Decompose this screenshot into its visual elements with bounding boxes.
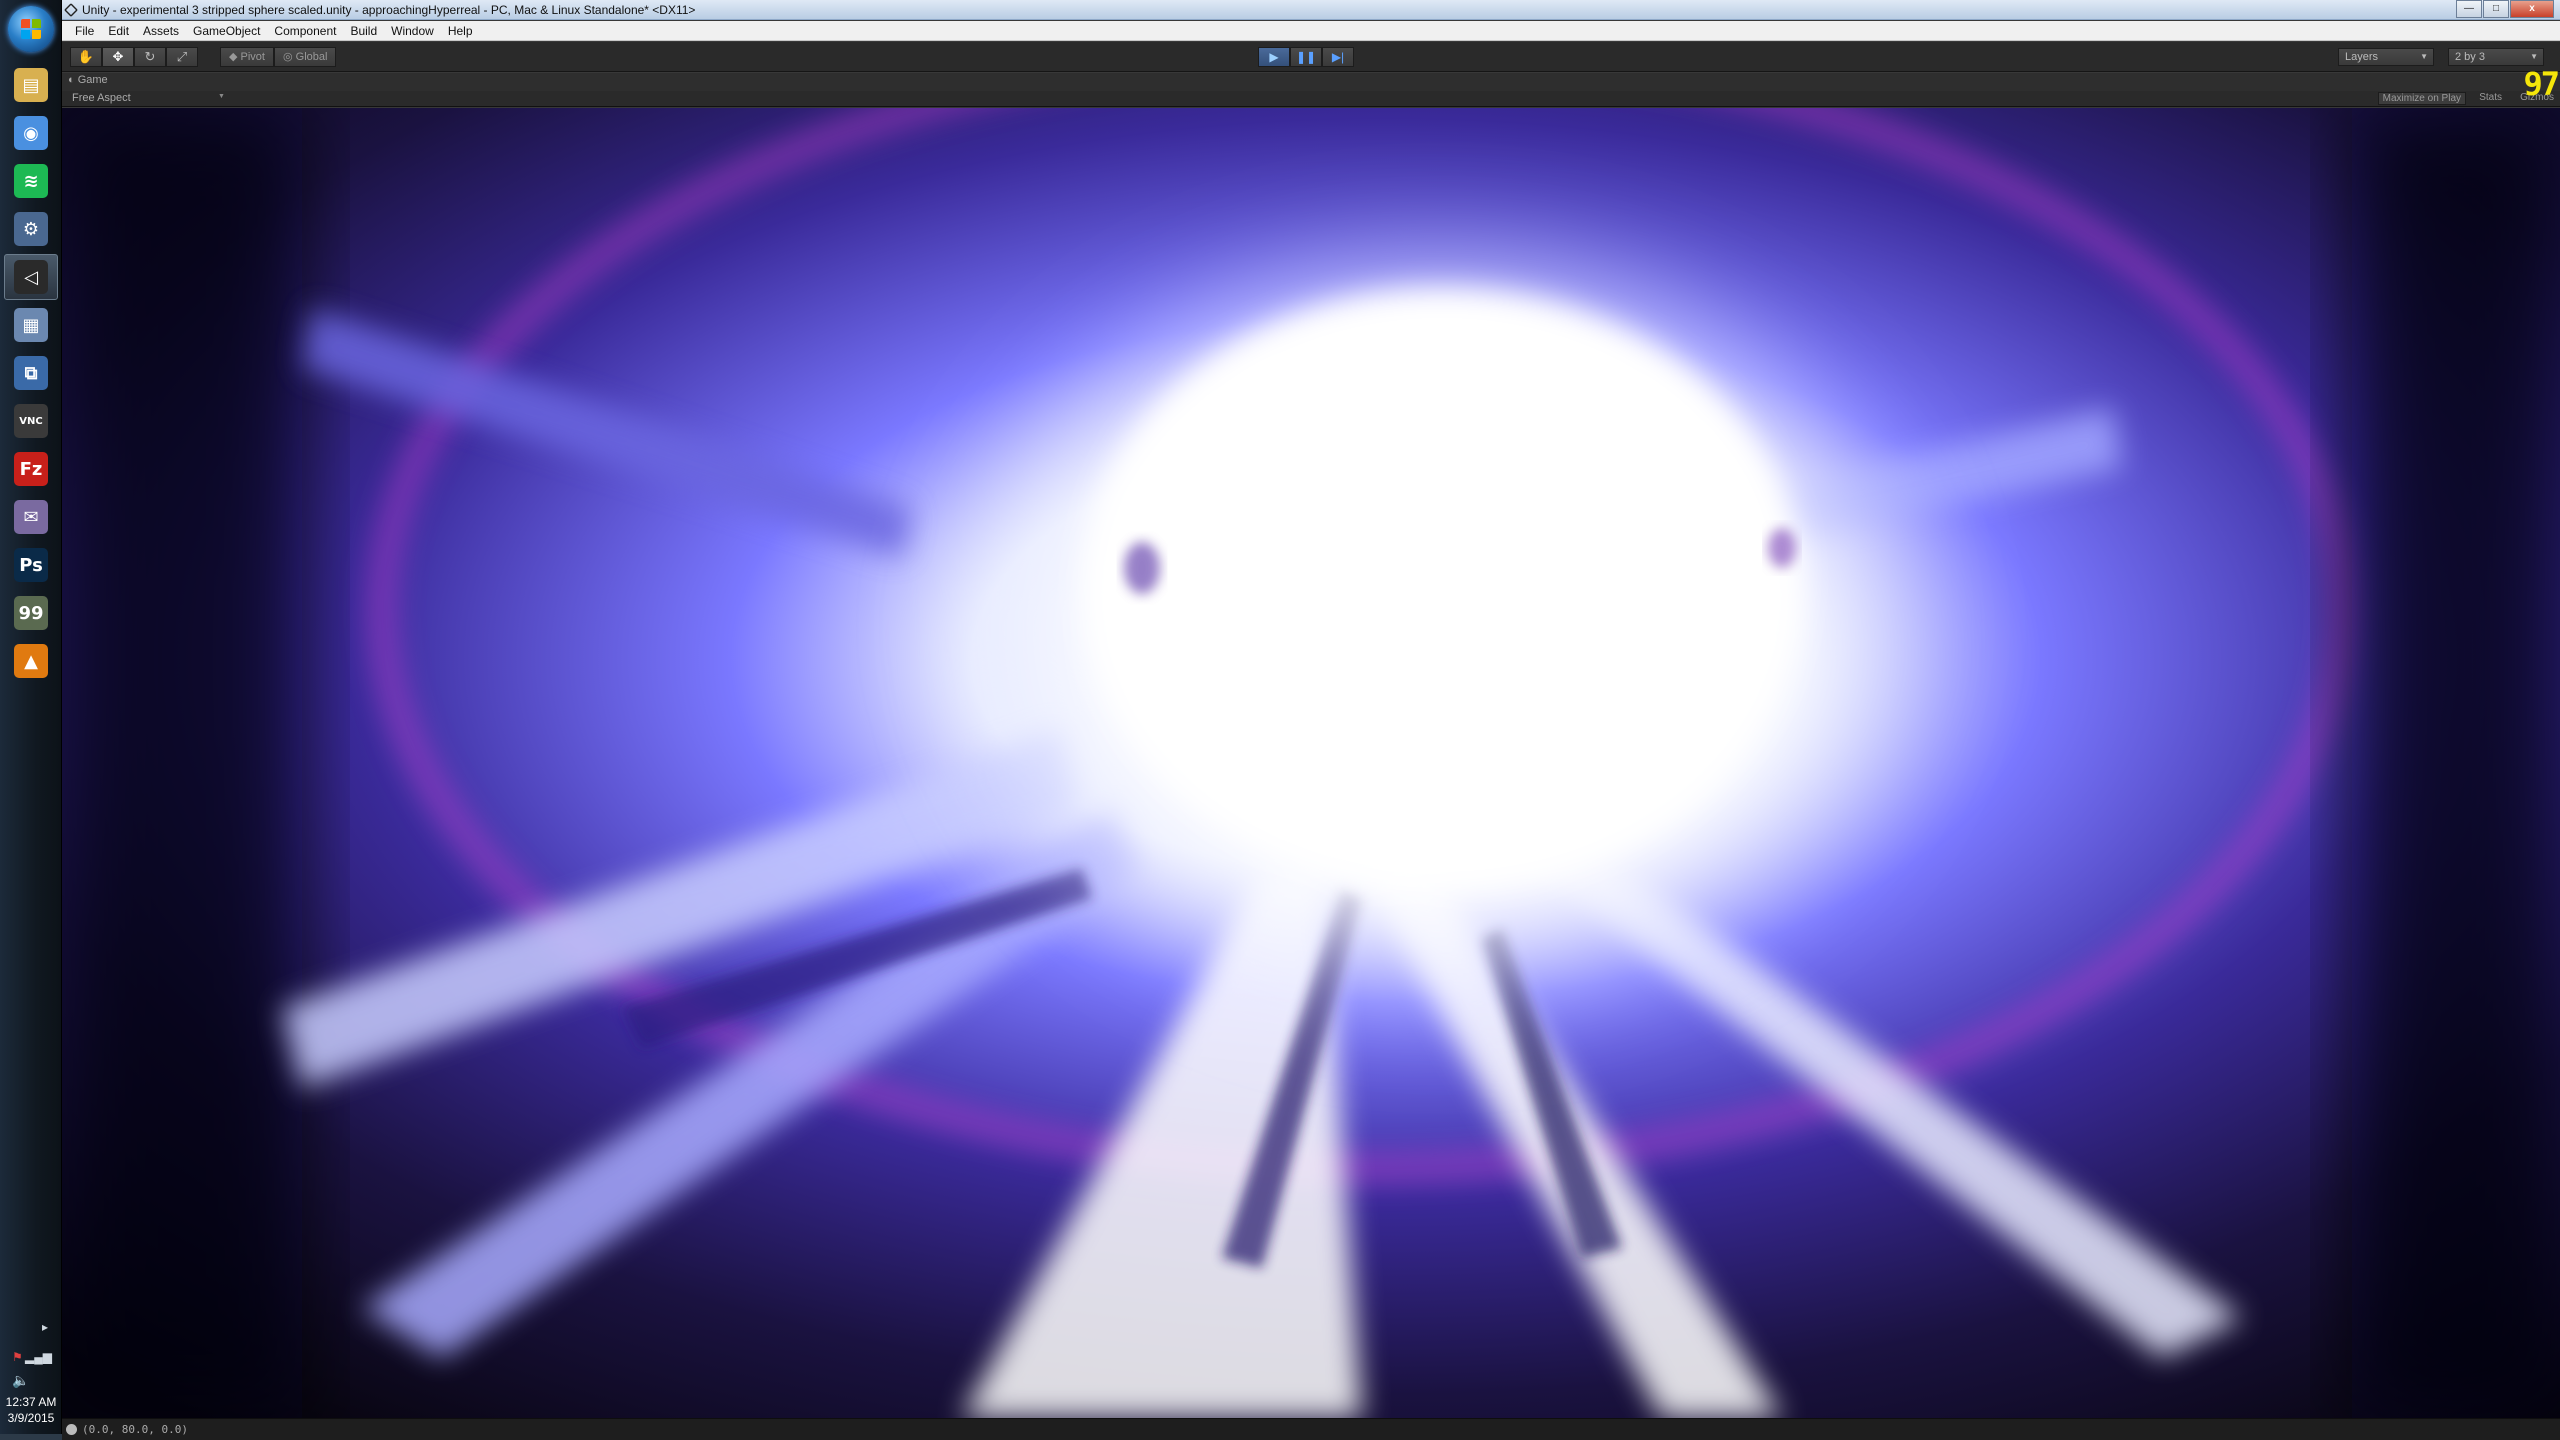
network-icon[interactable]: ▂▄▆ [25, 1350, 52, 1364]
game-tab-label: Game [77, 74, 108, 86]
taskbar-app-unity[interactable]: ◁ [4, 254, 58, 300]
minimize-button[interactable]: — [2456, 0, 2482, 18]
step-button[interactable]: ▶| [1322, 47, 1354, 67]
steam-icon: ⚙ [14, 212, 48, 246]
unity-editor-window: Unity - experimental 3 stripped sphere s… [62, 0, 2560, 1440]
menu-window[interactable]: Window [384, 24, 441, 38]
window-titlebar[interactable]: Unity - experimental 3 stripped sphere s… [62, 0, 2560, 20]
taskbar-app-calculator[interactable]: ▦ [4, 302, 58, 348]
global-label: Global [295, 51, 328, 63]
aspect-dropdown[interactable]: Free Aspect [72, 92, 131, 104]
taskbar-app-pidgin[interactable]: ✉ [4, 494, 58, 540]
stats-toggle[interactable]: Stats [2479, 92, 2502, 103]
taskbar-pinned-apps: ▤ ◉ ≋ ⚙ ◁ ▦ ⧉ VNC Fz ✉ Ps 99 ▲ [4, 62, 58, 686]
file-explorer-icon: ▤ [14, 68, 48, 102]
status-bar[interactable]: (0.0, 80.0, 0.0) [62, 1418, 2560, 1440]
windows-logo-icon [21, 19, 41, 39]
show-hidden-icons-arrow[interactable]: ▸ [42, 1320, 48, 1334]
vnc-viewer-icon: VNC [14, 404, 48, 438]
start-button[interactable] [8, 6, 54, 52]
info-icon [66, 1424, 77, 1435]
move-tool-icon[interactable]: ✥ [102, 47, 134, 67]
menu-help[interactable]: Help [441, 24, 480, 38]
console-status-text: (0.0, 80.0, 0.0) [82, 1423, 188, 1436]
hand-tool-icon[interactable]: ✋ [70, 47, 102, 67]
close-button[interactable]: x [2510, 0, 2554, 18]
maximize-on-play-toggle[interactable]: Maximize on Play [2377, 92, 2466, 105]
taskbar-app-filezilla[interactable]: Fz [4, 446, 58, 492]
windows-taskbar: ▤ ◉ ≋ ⚙ ◁ ▦ ⧉ VNC Fz ✉ Ps 99 ▲ ▸ ⚑ ▂▄▆ 🔈 12:37 AM 3/… [0, 0, 62, 1440]
layout-label: 2 by 3 [2455, 51, 2485, 63]
chevron-down-icon: ▼ [2420, 52, 2428, 61]
taskbar-app-vnc-viewer[interactable]: VNC [4, 398, 58, 444]
vlc-icon: ▲ [14, 644, 48, 678]
show-desktop-button[interactable] [0, 1434, 62, 1440]
pidgin-icon: ✉ [14, 500, 48, 534]
taskbar-app-vlc[interactable]: ▲ [4, 638, 58, 684]
pivot-label: Pivot [240, 51, 265, 63]
fraps-icon: 99 [14, 596, 48, 630]
layout-dropdown[interactable]: 2 by 3 ▼ [2448, 48, 2544, 66]
menu-file[interactable]: File [68, 24, 101, 38]
menu-edit[interactable]: Edit [101, 24, 136, 38]
menu-assets[interactable]: Assets [136, 24, 186, 38]
menu-component[interactable]: Component [267, 24, 343, 38]
taskbar-app-photoshop[interactable]: Ps [4, 542, 58, 588]
game-view-toolbar: Free Aspect ▼ Maximize on Play Stats Giz… [62, 91, 2560, 107]
play-button[interactable]: ▶ [1258, 47, 1290, 67]
system-clock[interactable]: 12:37 AM 3/9/2015 [0, 1394, 62, 1426]
clock-date: 3/9/2015 [7, 1411, 55, 1425]
filezilla-icon: Fz [14, 452, 48, 486]
spotify-icon: ≋ [14, 164, 48, 198]
global-toggle[interactable]: ◎ Global [273, 47, 337, 67]
taskbar-app-steam[interactable]: ⚙ [4, 206, 58, 252]
game-view-icon: ◐ [68, 74, 75, 86]
photoshop-icon: Ps [14, 548, 48, 582]
chevron-down-icon: ▼ [2530, 52, 2538, 61]
clock-time: 12:37 AM [5, 1395, 57, 1409]
editor-toolbar: ✋ ✥ ↻ ⤢ ◆ Pivot ◎ Global ▶ ❚❚ ▶| Layers ▼… [62, 42, 2560, 72]
taskbar-app-spotify[interactable]: ≋ [4, 158, 58, 204]
playmode-controls: ▶ ❚❚ ▶| [1258, 47, 1354, 67]
menu-build[interactable]: Build [343, 24, 384, 38]
scale-tool-icon[interactable]: ⤢ [166, 47, 198, 67]
system-tray: ▸ ⚑ ▂▄▆ 🔈 12:37 AM 3/9/2015 [0, 1320, 62, 1440]
rotate-tool-icon[interactable]: ↻ [134, 47, 166, 67]
taskbar-app-remote-desktop[interactable]: ⧉ [4, 350, 58, 396]
taskbar-app-chrome[interactable]: ◉ [4, 110, 58, 156]
chevron-down-icon: ▼ [218, 93, 225, 100]
pause-button[interactable]: ❚❚ [1290, 47, 1322, 67]
action-center-flag-icon[interactable]: ⚑ [12, 1350, 23, 1364]
taskbar-app-file-explorer[interactable]: ▤ [4, 62, 58, 108]
unity-app-icon [64, 3, 78, 17]
remote-desktop-icon: ⧉ [14, 356, 48, 390]
transform-tools: ✋ ✥ ↻ ⤢ [70, 47, 198, 67]
calculator-icon: ▦ [14, 308, 48, 342]
window-title: Unity - experimental 3 stripped sphere s… [82, 3, 696, 17]
maximize-button[interactable]: □ [2483, 0, 2509, 18]
volume-icon[interactable]: 🔈 [12, 1372, 29, 1389]
pivot-toggles: ◆ Pivot ◎ Global [220, 47, 337, 67]
game-view-render[interactable] [62, 108, 2560, 1418]
pivot-toggle[interactable]: ◆ Pivot [220, 47, 274, 67]
unity-icon: ◁ [14, 260, 48, 294]
layers-label: Layers [2345, 51, 2379, 63]
chrome-icon: ◉ [14, 116, 48, 150]
menu-bar: File Edit Assets GameObject Component Bu… [62, 21, 2560, 41]
tab-game[interactable]: ◐ Game [68, 74, 108, 90]
fps-counter: 97 [2523, 65, 2560, 103]
game-render-image [62, 108, 2560, 1418]
taskbar-app-fraps[interactable]: 99 [4, 590, 58, 636]
game-tab-bar: ◐ Game [62, 73, 2560, 91]
menu-gameobject[interactable]: GameObject [186, 24, 267, 38]
layers-dropdown[interactable]: Layers ▼ [2338, 48, 2434, 66]
